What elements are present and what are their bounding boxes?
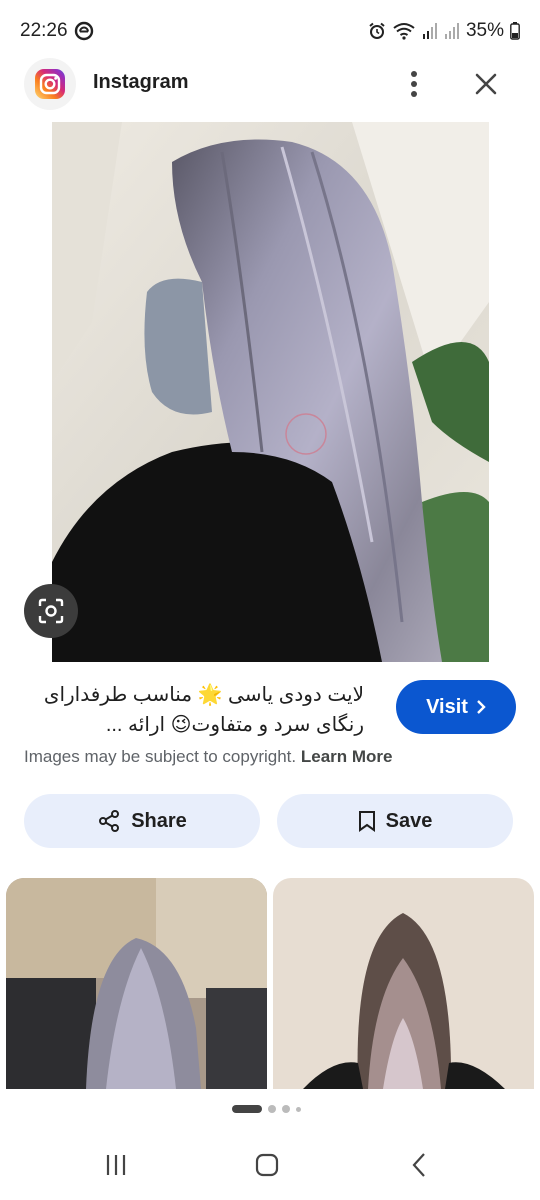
signal-icon [444, 23, 459, 39]
status-icons: 35% [368, 20, 520, 42]
carousel-pager [232, 1104, 301, 1114]
save-label: Save [385, 809, 433, 832]
save-button[interactable]: Save [277, 794, 513, 848]
related-photo-2 [273, 878, 534, 1089]
share-icon [99, 810, 120, 832]
related-photo-1 [6, 878, 267, 1089]
more-vert-icon [411, 71, 417, 97]
battery-icon [510, 22, 520, 40]
source-title[interactable]: Instagram [93, 71, 189, 94]
signal-icon [422, 23, 437, 39]
lens-icon [38, 598, 64, 624]
bookmark-icon [358, 811, 375, 832]
copyright-notice: Images may be subject to copyright. Lear… [24, 747, 393, 767]
share-label: Share [131, 809, 187, 832]
app-notification-icon [74, 21, 94, 41]
wifi-icon [393, 23, 415, 40]
instagram-logo [24, 58, 76, 110]
home-icon [255, 1153, 279, 1177]
back-icon [412, 1153, 425, 1177]
close-button[interactable] [468, 64, 504, 104]
recent-apps-button[interactable] [96, 1148, 136, 1182]
status-time: 22:26 [20, 20, 68, 41]
alarm-icon [369, 22, 385, 39]
learn-more-link[interactable]: Learn More [301, 747, 393, 766]
main-result-image[interactable] [52, 122, 489, 662]
chevron-right-icon [477, 700, 486, 714]
instagram-icon [35, 69, 65, 99]
hair-photo [52, 122, 489, 662]
copyright-text: Images may be subject to copyright. [24, 747, 297, 766]
status-bar: 22:26 35% [0, 0, 540, 60]
pager-dot [268, 1105, 276, 1113]
source-header: Instagram [0, 56, 540, 112]
related-image-2[interactable] [273, 878, 534, 1089]
image-caption: لایت دودی یاسی 🌟 مناسب طرفدارای رنگای سر… [43, 684, 364, 736]
lens-search-button[interactable] [24, 584, 78, 638]
battery-percent: 35% [465, 20, 504, 41]
visit-button[interactable]: Visit [396, 680, 516, 734]
system-nav-bar [0, 1130, 540, 1200]
home-button[interactable] [247, 1148, 287, 1182]
pager-dot [296, 1106, 301, 1112]
back-button[interactable] [399, 1148, 439, 1182]
close-icon [475, 73, 497, 95]
pager-dot [282, 1105, 290, 1113]
more-options-button[interactable] [398, 62, 430, 106]
pager-dot-active [232, 1105, 262, 1113]
related-image-1[interactable] [6, 878, 267, 1089]
recent-apps-icon [106, 1155, 126, 1175]
share-button[interactable]: Share [24, 794, 260, 848]
visit-label: Visit [426, 695, 468, 718]
